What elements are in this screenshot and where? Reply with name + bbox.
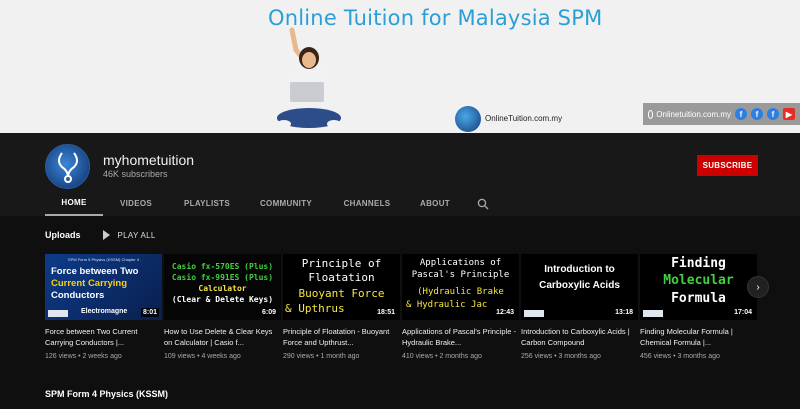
uploads-shelf: SPM Form 5 Physics (KSSM) Chapter 4 Forc…: [45, 254, 757, 364]
uploads-title[interactable]: Uploads: [45, 230, 81, 240]
channel-avatar[interactable]: [45, 144, 90, 189]
channel-banner: Online Tuition for Malaysia SPM OnlineTu…: [0, 0, 800, 133]
banner-website-link[interactable]: Onlinetuition.com.my: [643, 109, 731, 119]
video-meta: 410 views • 2 months ago: [402, 353, 482, 360]
video-title[interactable]: Force between Two Current Carrying Condu…: [45, 326, 162, 348]
channel-home-content: Uploads PLAY ALL SPM Form 5 Physics (KSS…: [0, 216, 800, 409]
thumbnail-text: Finding: [671, 256, 726, 271]
tab-about[interactable]: ABOUT: [407, 191, 463, 216]
chevron-right-icon: ›: [756, 281, 760, 293]
thumbnail-logo: [643, 310, 663, 317]
thumbnail-text: Force between Two: [51, 266, 139, 277]
video-thumbnail[interactable]: SPM Form 5 Physics (KSSM) Chapter 4 Forc…: [45, 254, 162, 320]
thumbnail-text: Casio fx-570ES (Plus): [171, 262, 274, 271]
video-title[interactable]: How to Use Delete & Clear Keys on Calcul…: [164, 326, 281, 348]
video-thumbnail[interactable]: Casio fx-570ES (Plus) Casio fx-991ES (Pl…: [164, 254, 281, 320]
video-title[interactable]: Finding Molecular Formula | Chemical For…: [640, 326, 757, 348]
banner-girl-illustration: [277, 27, 341, 128]
video-title[interactable]: Applications of Pascal's Principle - Hyd…: [402, 326, 519, 348]
video-card[interactable]: Introduction to Carboxylic Acids 13:18 I…: [521, 254, 638, 360]
banner-website-label: Onlinetuition.com.my: [656, 109, 731, 119]
play-all-label: PLAY ALL: [117, 230, 156, 240]
thumbnail-text: (Hydraulic Brake: [417, 287, 504, 297]
video-meta: 256 views • 3 months ago: [521, 353, 601, 360]
video-duration: 18:51: [375, 308, 397, 317]
video-title[interactable]: Principle of Floatation - Buoyant Force …: [283, 326, 400, 348]
video-card[interactable]: Casio fx-570ES (Plus) Casio fx-991ES (Pl…: [164, 254, 281, 360]
globe-icon: [648, 109, 654, 119]
video-meta: 290 views • 1 month ago: [283, 353, 360, 360]
tab-playlists[interactable]: PLAYLISTS: [169, 191, 245, 216]
video-duration: 17:04: [732, 308, 754, 317]
thumbnail-text: Conductors: [51, 290, 105, 301]
video-thumbnail[interactable]: Applications of Pascal's Principle (Hydr…: [402, 254, 519, 320]
shelf-next-button[interactable]: ›: [747, 276, 769, 298]
video-duration: 12:43: [494, 308, 516, 317]
banner-site-text: OnlineTuition.com.my: [485, 114, 563, 123]
thumbnail-text: Applications of: [419, 258, 502, 268]
search-icon: [477, 198, 489, 209]
thumbnail-text: (Clear & Delete Keys): [171, 295, 274, 304]
tab-community[interactable]: COMMUNITY: [245, 191, 327, 216]
channel-tabs: HOME VIDEOS PLAYLISTS COMMUNITY CHANNELS…: [45, 191, 503, 216]
video-card[interactable]: Finding Molecular Formula 17:04 Finding …: [640, 254, 757, 360]
facebook-icon[interactable]: f: [767, 108, 779, 120]
tab-channels[interactable]: CHANNELS: [327, 191, 407, 216]
thumbnail-text: Molecular: [663, 273, 734, 288]
video-duration: 13:18: [613, 308, 635, 317]
thumbnail-logo: [524, 310, 544, 317]
facebook-icon[interactable]: f: [735, 108, 747, 120]
video-duration: 8:01: [140, 308, 159, 317]
play-icon: [102, 230, 110, 240]
thumbnail-text: Introduction to: [544, 264, 615, 275]
banner-links-bar: Onlinetuition.com.my f f f ▶: [643, 103, 800, 125]
channel-name: myhometuition: [103, 152, 195, 168]
thumbnail-text: Buoyant Force: [298, 287, 385, 300]
thumbnail-text: Floatation: [308, 271, 375, 284]
video-duration: 6:09: [259, 308, 278, 317]
youtube-icon[interactable]: ▶: [783, 108, 795, 120]
video-thumbnail[interactable]: Finding Molecular Formula 17:04: [640, 254, 757, 320]
video-meta: 126 views • 2 weeks ago: [45, 353, 122, 360]
thumbnail-text: Principle of: [301, 257, 382, 270]
shelf-title-physics[interactable]: SPM Form 4 Physics (KSSM): [45, 389, 168, 399]
video-thumbnail[interactable]: Principle of Floatation Buoyant Force & …: [283, 254, 400, 320]
uploads-header: Uploads PLAY ALL: [45, 230, 156, 240]
thumbnail-logo: [48, 310, 68, 317]
thumbnail-text: Formula: [671, 291, 726, 306]
video-title[interactable]: Introduction to Carboxylic Acids | Carbo…: [521, 326, 638, 348]
banner-logo: [455, 106, 481, 132]
tab-videos[interactable]: VIDEOS: [103, 191, 169, 216]
video-meta: 456 views • 3 months ago: [640, 353, 720, 360]
thumbnail-text: Carboxylic Acids: [539, 280, 620, 291]
thumbnail-text: Calculator: [198, 284, 247, 293]
thumbnail-text: Pascal's Principle: [411, 270, 510, 280]
thumbnail-text: SPM Form 5 Physics (KSSM) Chapter 4: [67, 257, 140, 262]
video-thumbnail[interactable]: Introduction to Carboxylic Acids 13:18: [521, 254, 638, 320]
video-card[interactable]: Principle of Floatation Buoyant Force & …: [283, 254, 400, 360]
subscribe-button[interactable]: SUBSCRIBE: [697, 155, 758, 176]
channel-header: myhometuition 46K subscribers SUBSCRIBE …: [0, 133, 800, 216]
play-all-button[interactable]: PLAY ALL: [102, 230, 156, 240]
video-card[interactable]: Applications of Pascal's Principle (Hydr…: [402, 254, 519, 360]
video-meta: 109 views • 4 weeks ago: [164, 353, 241, 360]
thumbnail-text: Casio fx-991ES (Plus): [171, 273, 274, 282]
thumbnail-text: Current Carrying: [51, 278, 128, 289]
facebook-icon[interactable]: f: [751, 108, 763, 120]
stethoscope-icon: [58, 152, 78, 183]
subscriber-count: 46K subscribers: [103, 169, 168, 179]
tab-home[interactable]: HOME: [45, 191, 103, 216]
video-card[interactable]: SPM Form 5 Physics (KSSM) Chapter 4 Forc…: [45, 254, 162, 360]
tab-search[interactable]: [463, 191, 503, 216]
